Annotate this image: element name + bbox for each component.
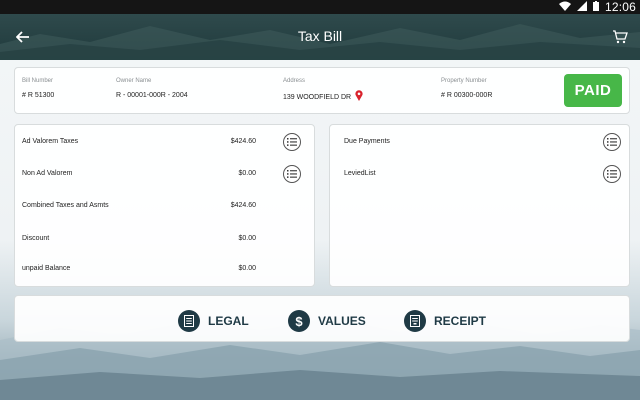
document-icon [178, 310, 200, 332]
tax-row: Combined Taxes and Asmts $424.60 [22, 196, 307, 216]
property-number-value: # R 00300-000R [441, 92, 493, 99]
tax-row: Discount $0.00 [22, 229, 307, 249]
receipt-label: RECEIPT [434, 314, 487, 328]
address-value: 139 WOODFIELD DR [283, 94, 352, 101]
tax-row-label: unpaid Balance [22, 265, 71, 272]
owner-name-field: Owner Name R - 00001-000R - 2004 [116, 78, 188, 99]
receipt-icon [404, 310, 426, 332]
dollar-icon: $ [288, 310, 310, 332]
property-number-label: Property Number [441, 78, 487, 84]
app-header: Tax Bill [0, 14, 640, 60]
values-button[interactable]: $ VALUES [288, 310, 366, 332]
due-payments-label: Due Payments [344, 138, 390, 145]
paid-status-badge[interactable]: PAID [564, 74, 622, 107]
status-bar: 12:06 [0, 0, 640, 14]
tax-row-amount: $0.00 [238, 170, 256, 177]
payments-panel: Due Payments LeviedList [329, 124, 630, 287]
ad-valorem-list-icon[interactable] [283, 133, 301, 151]
bill-info-bar: Bill Number # R 51300 Owner Name R - 000… [14, 67, 630, 114]
payment-row: LeviedList [337, 164, 622, 184]
tax-row-label: Combined Taxes and Asmts [22, 202, 109, 209]
action-bar: LEGAL $ VALUES RECEIPT [14, 295, 630, 342]
address-line: 139 WOODFIELD DR [283, 90, 363, 103]
signal-icon [576, 0, 587, 14]
clock: 12:06 [604, 0, 636, 14]
tax-row-amount: $424.60 [230, 138, 256, 145]
tax-row: unpaid Balance $0.00 [22, 259, 307, 279]
tax-row-label: Ad Valorem Taxes [22, 138, 79, 145]
owner-name-value: R - 00001-000R - 2004 [116, 92, 188, 99]
receipt-button[interactable]: RECEIPT [404, 310, 486, 332]
tax-row: Non Ad Valorem $0.00 [22, 164, 307, 184]
tax-row-amount: $424.60 [230, 202, 256, 209]
legal-label: LEGAL [208, 314, 249, 328]
tax-row-amount: $0.00 [238, 265, 256, 272]
non-ad-valorem-list-icon[interactable] [283, 165, 301, 183]
values-label: VALUES [318, 314, 366, 328]
levied-list-icon[interactable] [603, 165, 621, 183]
levied-list-label: LeviedList [344, 170, 376, 177]
tax-summary-panel: Ad Valorem Taxes $424.60 Non Ad Valorem … [14, 124, 315, 287]
tax-row-label: Non Ad Valorem [22, 170, 73, 177]
tax-row-amount: $0.00 [238, 235, 256, 242]
owner-name-label: Owner Name [116, 78, 152, 84]
payment-row: Due Payments [337, 132, 622, 152]
map-pin-icon[interactable] [355, 90, 363, 103]
page-title: Tax Bill [297, 28, 343, 44]
battery-icon [592, 0, 599, 14]
address-label: Address [283, 78, 306, 84]
bill-number-field: Bill Number # R 51300 [22, 78, 54, 99]
legal-button[interactable]: LEGAL [178, 310, 249, 332]
tax-row-label: Discount [22, 235, 50, 242]
wifi-icon [558, 1, 571, 14]
property-number-field: Property Number # R 00300-000R [441, 78, 492, 99]
bill-number-value: # R 51300 [22, 92, 55, 99]
address-field[interactable]: Address 139 WOODFIELD DR [283, 78, 363, 103]
cart-icon[interactable] [610, 27, 630, 47]
tax-row: Ad Valorem Taxes $424.60 [22, 132, 307, 152]
bill-number-label: Bill Number [22, 78, 54, 84]
due-payments-list-icon[interactable] [603, 133, 621, 151]
